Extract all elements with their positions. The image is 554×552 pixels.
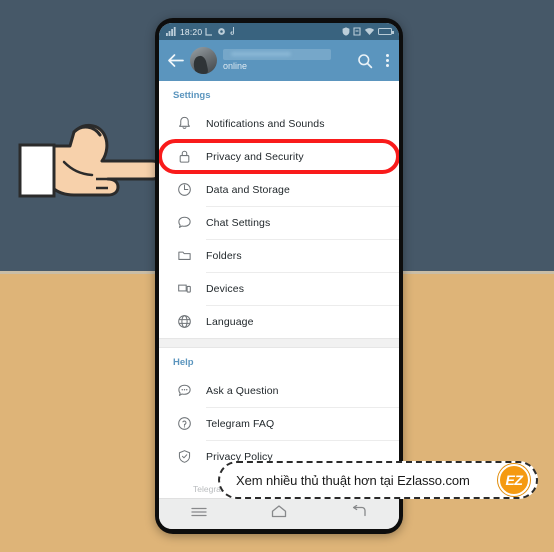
ezlasso-logo-badge: EZ xyxy=(498,464,530,496)
settings-list: Settings Notifications and Sounds Privac… xyxy=(159,81,399,498)
back-arrow-icon[interactable] xyxy=(167,53,184,68)
signal-icon xyxy=(166,27,176,36)
settings-row-label: Language xyxy=(206,315,254,328)
chat-bubble-icon xyxy=(173,215,195,230)
globe-icon xyxy=(173,314,195,329)
settings-row-telegram-faq[interactable]: Telegram FAQ xyxy=(159,407,399,440)
phone-device-frame: 18:20 online Settings Notifications and … xyxy=(155,18,403,534)
app-bar-actions xyxy=(357,52,391,69)
clock-pie-icon xyxy=(173,182,195,197)
folder-icon xyxy=(173,248,195,263)
settings-row-devices[interactable]: Devices xyxy=(159,272,399,305)
settings-row-label: Devices xyxy=(206,282,245,295)
home-icon[interactable] xyxy=(259,501,299,527)
profile-identity-block[interactable]: online xyxy=(223,46,353,76)
settings-row-label: Telegram FAQ xyxy=(206,417,275,430)
avatar[interactable] xyxy=(190,47,217,74)
wifi-icon xyxy=(365,28,374,35)
status-bar-time: 18:20 xyxy=(180,26,203,37)
tiktok-note-icon xyxy=(230,27,235,35)
watermark-banner: Xem nhiều thủ thuật hơn tại Ezlasso.com … xyxy=(218,461,538,499)
overflow-menu-icon[interactable] xyxy=(384,52,391,69)
settings-row-label: Folders xyxy=(206,249,242,262)
settings-row-label: Notifications and Sounds xyxy=(206,117,325,130)
back-icon[interactable] xyxy=(339,501,379,527)
settings-row-chat-settings[interactable]: Chat Settings xyxy=(159,206,399,239)
devices-icon xyxy=(173,281,195,296)
section-header-help: Help xyxy=(173,357,194,368)
menu-icon[interactable] xyxy=(179,501,219,527)
settings-row-ask-a-question[interactable]: Ask a Question xyxy=(159,374,399,407)
settings-row-notifications-and-sounds[interactable]: Notifications and Sounds xyxy=(159,107,399,140)
chat-dots-icon xyxy=(173,383,195,398)
status-bar-right xyxy=(342,27,394,36)
settings-gear-icon xyxy=(218,28,226,35)
screenshot-stage: 18:20 online Settings Notifications and … xyxy=(0,0,554,552)
settings-row-privacy-and-security[interactable]: Privacy and Security xyxy=(159,139,399,174)
settings-row-language[interactable]: Language xyxy=(159,305,399,338)
shield-icon xyxy=(342,27,350,36)
online-status: online xyxy=(223,61,248,71)
shield-check-icon xyxy=(173,449,195,464)
section-divider xyxy=(159,338,399,348)
settings-row-label: Privacy and Security xyxy=(206,150,304,163)
battery-icon xyxy=(378,27,394,36)
watermark-text: Xem nhiều thủ thuật hơn tại Ezlasso.com xyxy=(236,472,470,488)
username-redacted xyxy=(223,49,331,60)
status-bar-left: 18:20 xyxy=(166,27,237,37)
android-nav-bar xyxy=(159,498,399,529)
settings-row-label: Chat Settings xyxy=(206,216,271,229)
settings-row-folders[interactable]: Folders xyxy=(159,239,399,272)
search-icon[interactable] xyxy=(357,53,373,69)
sim-icon xyxy=(205,28,213,36)
status-bar: 18:20 xyxy=(159,23,399,40)
settings-row-label: Data and Storage xyxy=(206,183,290,196)
phone-screen: 18:20 online Settings Notifications and … xyxy=(159,23,399,529)
sync-icon xyxy=(353,27,361,36)
settings-row-data-and-storage[interactable]: Data and Storage xyxy=(159,173,399,206)
app-bar: online xyxy=(159,40,399,81)
settings-row-label: Ask a Question xyxy=(206,384,279,397)
lock-icon xyxy=(173,149,195,164)
section-header-settings: Settings xyxy=(173,90,211,101)
ezlasso-logo-text: EZ xyxy=(505,472,523,488)
question-circle-icon xyxy=(173,416,195,431)
bell-icon xyxy=(173,116,195,131)
